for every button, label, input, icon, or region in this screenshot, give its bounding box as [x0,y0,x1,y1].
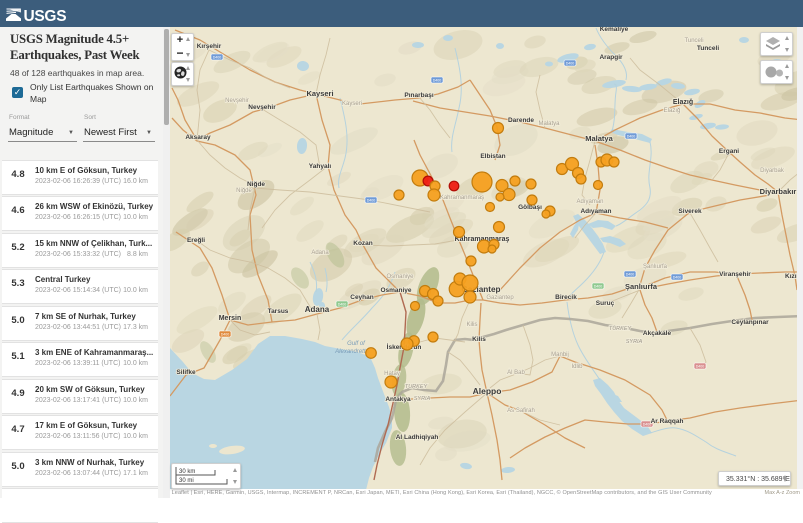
svg-text:Ceyhan: Ceyhan [350,294,374,301]
svg-text:Aleppo: Aleppo [473,386,502,396]
svg-text:Adıyaman: Adıyaman [576,199,603,205]
svg-text:Kemaliye: Kemaliye [600,26,629,33]
svg-text:TURKEY: TURKEY [609,326,632,332]
svg-text:Pınarbaşı: Pınarbaşı [404,92,433,99]
svg-text:Gaziantep: Gaziantep [486,295,514,301]
svg-text:Kırşehir: Kırşehir [197,43,222,50]
svg-text:Idlib: Idlib [571,364,583,370]
svg-text:Arapgir: Arapgir [599,54,623,61]
svg-text:Birecik: Birecik [555,294,577,301]
svg-text:Suruç: Suruç [596,300,615,307]
svg-text:Manbij: Manbij [551,352,569,358]
svg-text:Malatya: Malatya [538,121,560,127]
svg-text:Alexandretta: Alexandretta [334,349,369,355]
svg-text:D400: D400 [696,364,705,368]
svg-text:Elazığ: Elazığ [673,99,693,106]
svg-text:Viranşehir: Viranşehir [719,271,751,278]
svg-text:Niğde: Niğde [247,181,265,188]
svg-text:Nevşehir: Nevşehir [225,98,249,104]
svg-text:Şanlıurfa: Şanlıurfa [643,264,668,270]
svg-text:Antakya: Antakya [385,396,411,403]
svg-text:30 km: 30 km [179,469,195,475]
svg-text:D400: D400 [626,272,635,276]
svg-text:Şanlıurfa: Şanlıurfa [625,282,658,291]
svg-text:Elazığ: Elazığ [664,108,681,114]
svg-text:D400: D400 [367,198,376,202]
svg-text:Kayseri: Kayseri [306,89,333,98]
svg-text:Kozan: Kozan [353,240,373,247]
svg-text:Kahramanmaraş: Kahramanmaraş [440,195,484,201]
svg-text:Silifke: Silifke [176,369,196,376]
svg-text:D400: D400 [673,275,682,279]
svg-text:Al Bab: Al Bab [507,370,525,376]
svg-text:Tarsus: Tarsus [268,308,289,315]
svg-text:Adana: Adana [305,305,330,314]
svg-text:Mersin: Mersin [219,315,242,322]
svg-text:Osmaniye: Osmaniye [380,287,411,294]
svg-text:Ar Raqqah: Ar Raqqah [651,418,684,425]
svg-text:Adana: Adana [311,250,329,256]
svg-text:D400: D400 [338,302,347,306]
svg-text:Kilis: Kilis [472,336,486,343]
svg-text:D400: D400 [221,332,230,336]
svg-text:Darende: Darende [508,117,534,124]
svg-text:Adıyaman: Adıyaman [580,208,611,215]
svg-text:Osmaniye: Osmaniye [386,274,414,280]
svg-text:Malatya: Malatya [585,134,613,143]
svg-text:Ereğli: Ereğli [187,237,205,244]
svg-text:Tunceli: Tunceli [684,38,703,44]
svg-text:Diyarbakır: Diyarbakır [760,187,797,196]
svg-text:D400: D400 [433,78,442,82]
svg-text:Aksaray: Aksaray [185,134,211,141]
svg-text:Ceylanpınar: Ceylanpınar [731,319,769,326]
svg-text:Niğde: Niğde [236,188,252,194]
svg-text:Ergani: Ergani [719,148,739,155]
svg-text:USGS: USGS [24,8,67,22]
svg-text:Siverek: Siverek [678,208,702,215]
svg-text:Al Ladhiqiyah: Al Ladhiqiyah [396,434,439,441]
svg-text:SYRIA: SYRIA [626,339,643,345]
svg-text:D400: D400 [566,61,575,65]
svg-text:Kayseri: Kayseri [342,101,362,107]
svg-text:Elbistan: Elbistan [480,153,505,160]
svg-text:TURKEY: TURKEY [405,384,428,390]
svg-text:Nevşehir: Nevşehir [248,104,276,111]
svg-text:Kilis: Kilis [466,322,477,328]
svg-text:D400: D400 [627,134,636,138]
svg-text:Gulf of: Gulf of [347,341,366,347]
svg-text:SYRIA: SYRIA [414,396,431,402]
svg-text:Tunceli: Tunceli [697,45,719,52]
svg-text:D400: D400 [594,284,603,288]
svg-text:Akçakale: Akçakale [643,330,672,337]
svg-text:30 mi: 30 mi [179,478,194,484]
svg-text:Diyarbak: Diyarbak [760,168,785,174]
svg-text:As Safirah: As Safirah [507,408,535,414]
svg-text:D400: D400 [213,55,222,59]
svg-text:Yahyalı: Yahyalı [309,163,332,170]
